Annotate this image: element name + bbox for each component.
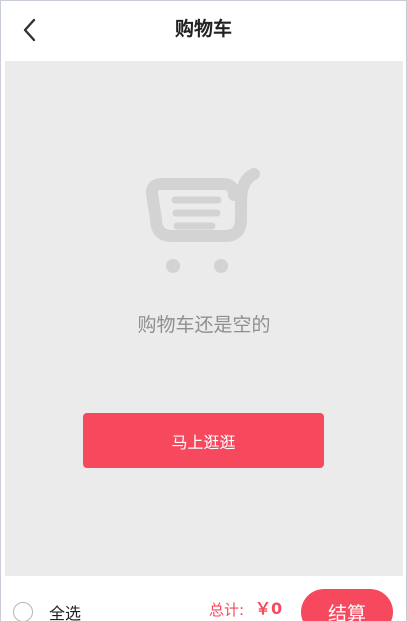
go-shopping-button[interactable]: 马上逛逛	[83, 413, 324, 468]
checkout-bar: 全选 总计: ￥0 结算	[1, 576, 406, 622]
empty-cart-message: 购物车还是空的	[137, 314, 271, 336]
select-all-label: 全选	[49, 604, 82, 622]
total-label: 总计:	[209, 601, 245, 619]
select-all-radio[interactable]	[13, 602, 33, 621]
select-all-toggle[interactable]: 全选	[13, 600, 82, 622]
total-amount: ￥0	[255, 599, 283, 618]
app-frame: 购物车 购物车还是空的 马上逛逛 全选 总计: ￥0 结算	[0, 0, 407, 622]
shopping-cart-icon	[145, 168, 260, 273]
header-bar: 购物车	[1, 1, 406, 59]
empty-cart-panel: 购物车还是空的 马上逛逛	[5, 61, 403, 576]
page-title: 购物车	[174, 18, 232, 40]
checkout-button[interactable]: 结算	[301, 589, 393, 621]
